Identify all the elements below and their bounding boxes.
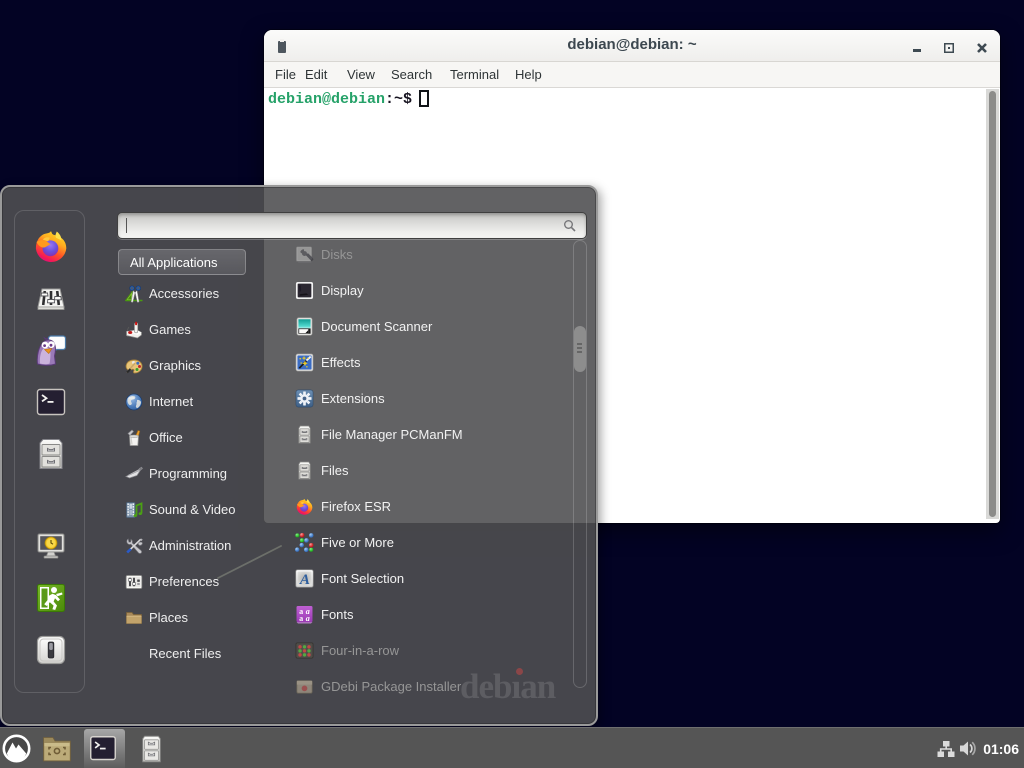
svg-text:a: a bbox=[306, 614, 310, 623]
svg-text:a: a bbox=[299, 614, 303, 623]
svg-text:A: A bbox=[299, 571, 310, 588]
